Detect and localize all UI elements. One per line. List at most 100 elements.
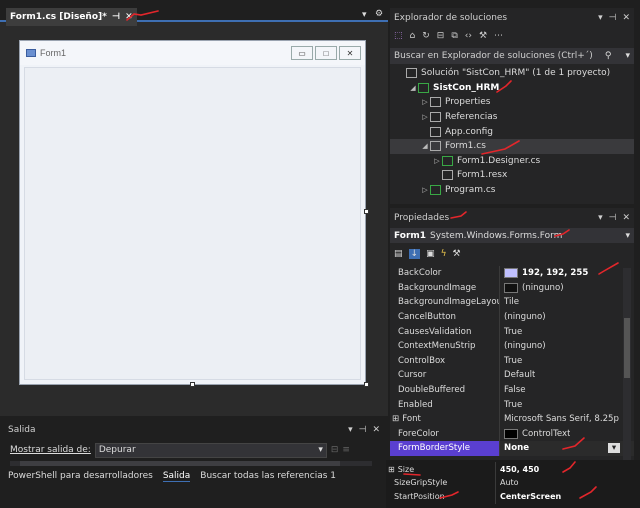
property-name: ContextMenuStrip (390, 339, 500, 354)
property-row[interactable]: SizeGripStyle Auto (386, 475, 636, 491)
property-row[interactable]: BackColor 192, 192, 255 (390, 266, 634, 281)
property-row[interactable]: BackgroundImageLayout Tile (390, 295, 634, 310)
object-selector[interactable]: Form1 System.Windows.Forms.Form ▾ (390, 228, 634, 243)
expand-property-icon[interactable]: ⊞ (392, 414, 399, 424)
properties-scrollbar[interactable] (623, 268, 631, 462)
properties-view-icon[interactable]: ▣ (426, 249, 435, 259)
prop-dropdown-icon[interactable]: ▾ (598, 213, 603, 223)
show-all-files-icon[interactable]: ⧉ (451, 31, 457, 41)
output-source-select[interactable]: Depurar ▾ (94, 442, 327, 458)
collapse-arrow-icon[interactable]: ◢ (408, 84, 418, 92)
property-row[interactable]: Enabled True (390, 397, 634, 412)
tree-item[interactable]: ▷ Properties (390, 95, 634, 110)
switch-views-icon[interactable]: ⬚ (394, 31, 403, 41)
property-value[interactable]: ControlText (500, 428, 570, 439)
se-close-icon[interactable]: ✕ (622, 13, 630, 23)
code-view-icon[interactable]: ‹› (465, 31, 472, 41)
property-value[interactable]: Auto (496, 478, 519, 487)
chevron-down-icon[interactable]: ▾ (608, 443, 620, 454)
expand-arrow-icon[interactable]: ▷ (420, 98, 430, 106)
close-tab-icon[interactable]: ✕ (125, 12, 133, 22)
expand-arrow-icon[interactable]: ▷ (420, 113, 430, 121)
property-value[interactable]: (ninguno) (500, 341, 546, 351)
se-dropdown-icon[interactable]: ▾ (598, 13, 603, 23)
property-value[interactable]: (ninguno) (500, 312, 546, 322)
output-dropdown-icon[interactable]: ▾ (348, 425, 353, 435)
search-options-icon[interactable]: ▾ (625, 51, 630, 61)
output-pin-icon[interactable]: ⊣ (359, 425, 367, 435)
prop-pin-icon[interactable]: ⊣ (609, 213, 617, 223)
property-value[interactable]: (ninguno) (500, 282, 564, 293)
tree-item[interactable]: Form1.resx (390, 168, 634, 183)
property-value[interactable]: Microsoft Sans Serif, 8.25p (500, 414, 619, 424)
color-swatch (504, 268, 518, 279)
property-value[interactable]: 450, 450 (496, 465, 539, 474)
tab-find-references[interactable]: Buscar todas las referencias 1 (200, 471, 336, 481)
designed-form[interactable]: Form1 ▭ □ ✕ (19, 40, 366, 385)
events-icon[interactable]: ϟ (441, 249, 447, 259)
property-row[interactable]: CancelButton (ninguno) (390, 309, 634, 325)
property-value[interactable]: False (500, 385, 526, 395)
sync-icon[interactable]: ↻ (422, 31, 430, 41)
tab-salida[interactable]: Salida (162, 471, 191, 482)
prop-close-icon[interactable]: ✕ (622, 213, 630, 223)
resize-handle-corner[interactable] (364, 382, 369, 387)
property-value[interactable]: CenterScreen (496, 492, 561, 501)
solution-explorer-search[interactable]: Buscar en Explorador de soluciones (Ctrl… (390, 48, 634, 64)
tree-item[interactable]: Solución "SistCon_HRM" (1 de 1 proyecto) (390, 66, 634, 81)
tab-list-dropdown-icon[interactable]: ▾ (362, 10, 367, 20)
form-client-area[interactable] (24, 67, 361, 380)
property-row[interactable]: ControlBox True (390, 353, 634, 369)
property-row[interactable]: ⊞ Size 450, 450 (386, 462, 636, 477)
property-value[interactable]: True (500, 327, 522, 337)
property-row[interactable]: BackgroundImage (ninguno) (390, 280, 634, 296)
tree-item[interactable]: ▷ Referencias (390, 110, 634, 125)
property-row[interactable]: FormBorderStyle None ▾ (390, 441, 634, 456)
maximize-icon[interactable]: □ (315, 46, 337, 60)
tree-item[interactable]: ▷ Program.cs (390, 183, 634, 198)
pin-icon[interactable]: ⊣ (112, 12, 120, 22)
property-value[interactable]: None ▾ (500, 443, 620, 454)
categorized-icon[interactable]: ▤ (394, 249, 403, 259)
collapse-all-icon[interactable]: ⊟ (437, 31, 445, 41)
resize-handle-right[interactable] (364, 209, 369, 214)
property-row[interactable]: ContextMenuStrip (ninguno) (390, 339, 634, 354)
form-title-bar[interactable]: Form1 ▭ □ ✕ (20, 41, 365, 65)
tree-item[interactable]: App.config (390, 124, 634, 139)
property-row[interactable]: ⊞ Font Microsoft Sans Serif, 8.25p (390, 412, 634, 427)
property-row[interactable]: Cursor Default (390, 368, 634, 383)
expand-arrow-icon[interactable]: ▷ (432, 157, 442, 165)
properties-wrench-icon[interactable]: ⚒ (479, 31, 487, 41)
minimize-icon[interactable]: ▭ (291, 46, 313, 60)
property-value[interactable]: Default (500, 370, 535, 380)
preview-icon[interactable]: ⋯ (494, 31, 503, 41)
property-pages-icon[interactable]: ⚒ (453, 249, 461, 259)
property-value[interactable]: Tile (500, 297, 519, 307)
property-row[interactable]: CausesValidation True (390, 324, 634, 339)
designer-tab[interactable]: Form1.cs [Diseño]* ⊣ ✕ (6, 8, 137, 26)
property-name: Enabled (390, 397, 500, 412)
tree-item[interactable]: ▷ Form1.Designer.cs (390, 154, 634, 169)
property-value[interactable]: True (500, 356, 522, 366)
alphabetical-icon[interactable]: ↓ (408, 249, 421, 259)
tree-item[interactable]: ◢ SistCon_HRM (390, 81, 634, 96)
expand-property-icon[interactable]: ⊞ (388, 465, 395, 474)
word-wrap-icon[interactable]: ≡ (342, 445, 350, 455)
output-scrollbar[interactable] (10, 461, 372, 466)
expand-arrow-icon[interactable]: ▷ (420, 186, 430, 194)
property-value[interactable]: 192, 192, 255 (500, 268, 588, 279)
settings-icon[interactable]: ⚙ (375, 9, 383, 19)
close-icon[interactable]: ✕ (339, 46, 361, 60)
property-value[interactable]: True (500, 400, 522, 410)
resize-handle-bottom[interactable] (190, 382, 195, 387)
tab-powershell[interactable]: PowerShell para desarrolladores (8, 471, 153, 481)
tree-item[interactable]: ◢ Form1.cs (390, 139, 634, 154)
output-close-icon[interactable]: ✕ (372, 425, 380, 435)
collapse-arrow-icon[interactable]: ◢ (420, 142, 430, 150)
property-row[interactable]: DoubleBuffered False (390, 382, 634, 398)
se-pin-icon[interactable]: ⊣ (609, 13, 617, 23)
home-icon[interactable]: ⌂ (410, 31, 416, 41)
property-row[interactable]: StartPosition CenterScreen (386, 489, 636, 504)
clear-output-icon[interactable]: ⊟ (331, 445, 339, 455)
property-row[interactable]: ForeColor ControlText (390, 426, 634, 442)
